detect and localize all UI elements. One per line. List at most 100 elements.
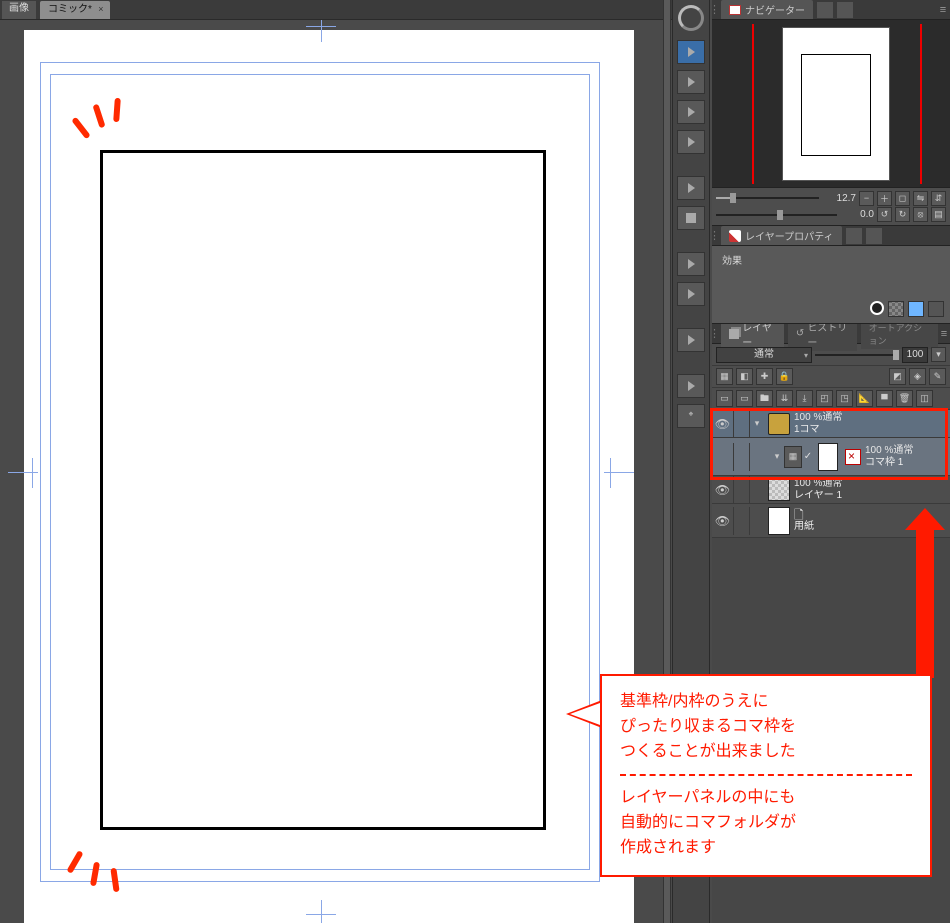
- layer-opacity-label: 100 %通常: [794, 478, 842, 490]
- lock-cell[interactable]: [734, 507, 750, 535]
- mask-disabled-icon[interactable]: [845, 449, 861, 465]
- layer-property-tab[interactable]: レイヤープロパティ: [721, 226, 842, 245]
- apply-mask-button[interactable]: ◳: [836, 390, 853, 407]
- folder-icon: [688, 137, 695, 147]
- transfer-down-button[interactable]: ⇊: [776, 390, 793, 407]
- ruler-button[interactable]: 📐: [856, 390, 873, 407]
- dock-btn-grid[interactable]: [677, 206, 705, 230]
- merge-down-button[interactable]: ⤓: [796, 390, 813, 407]
- dock-btn-4[interactable]: [677, 130, 705, 154]
- dock-btn-3[interactable]: [677, 100, 705, 124]
- opacity-value[interactable]: 100: [902, 347, 928, 363]
- layer-ops-row: ▭ ▭ 🖿 ⇊ ⤓ ◰ ◳ 📐 ▀ 🗑 ◫: [712, 388, 950, 410]
- new-folder-button[interactable]: 🖿: [756, 390, 773, 407]
- opacity-spinner[interactable]: ▾: [931, 347, 946, 362]
- panel-grip-icon[interactable]: ⋮: [712, 327, 717, 340]
- expand-toggle[interactable]: ▾: [770, 451, 784, 462]
- layers-icon: [729, 329, 739, 339]
- dock-btn-10[interactable]: [677, 374, 705, 398]
- callout-line: ぴったり収まるコマ枠を: [620, 715, 912, 740]
- document-tab-title: コミック*: [48, 4, 92, 15]
- dock-btn-9[interactable]: [677, 328, 705, 352]
- crop-mark: [8, 472, 38, 473]
- visibility-toggle[interactable]: [712, 443, 734, 471]
- panel-extra-tab-2[interactable]: [837, 2, 853, 18]
- expand-toggle[interactable]: ▾: [750, 418, 764, 429]
- close-tab-icon[interactable]: ×: [96, 4, 106, 14]
- dock-btn-figure[interactable]: 𝄌: [677, 404, 705, 428]
- rotate-cw-button[interactable]: ↻: [895, 207, 910, 222]
- grid-icon: [686, 213, 696, 223]
- rotate-value: 0.0: [844, 209, 874, 220]
- enable-mask-check[interactable]: ✓: [802, 451, 814, 462]
- lock-all-button[interactable]: 🔒: [776, 368, 793, 385]
- border-effect-button[interactable]: [870, 301, 884, 315]
- viewport-edge-left: [752, 24, 754, 184]
- rotate-reset-button[interactable]: ⦻: [913, 207, 928, 222]
- new-vector-layer-button[interactable]: ▭: [736, 390, 753, 407]
- rotate-slider[interactable]: [716, 211, 837, 219]
- dock-btn-subview[interactable]: [677, 40, 705, 64]
- panel-extra-tab-4[interactable]: [866, 228, 882, 244]
- document-tab-bar: 画像 コミック* × ▸: [0, 0, 695, 20]
- delete-layer-button[interactable]: 🗑: [896, 390, 913, 407]
- navigator-tab[interactable]: ナビゲーター: [721, 0, 813, 19]
- visibility-toggle[interactable]: 👁: [712, 410, 734, 438]
- two-pane-button[interactable]: ◫: [916, 390, 933, 407]
- canvas-area[interactable]: [0, 20, 663, 923]
- clip-mask-button[interactable]: ◩: [889, 368, 906, 385]
- opacity-slider[interactable]: [815, 351, 899, 359]
- reference-layer-button[interactable]: ◈: [909, 368, 926, 385]
- panel-menu-icon[interactable]: ≡: [936, 4, 950, 16]
- dock-btn-5[interactable]: [677, 176, 705, 200]
- tone-effect-button[interactable]: [888, 301, 904, 317]
- flip-h-button[interactable]: ⇋: [913, 191, 928, 206]
- dock-btn-7[interactable]: [677, 252, 705, 276]
- lock-cell[interactable]: [734, 410, 750, 438]
- paper-icon: 🗋: [794, 509, 814, 521]
- create-mask-button[interactable]: ◰: [816, 390, 833, 407]
- panel-grip-icon[interactable]: ⋮: [712, 229, 717, 242]
- panel-extra-tab-1[interactable]: [817, 2, 833, 18]
- layer-row-frame-folder[interactable]: 👁 ▾ 100 %通常 1コマ: [712, 410, 950, 438]
- quick-access-ring[interactable]: [673, 2, 709, 34]
- dock-btn-8[interactable]: [677, 282, 705, 306]
- layer-opacity-label: 100 %通常: [794, 412, 842, 424]
- layer-color-effect-button[interactable]: [908, 301, 924, 317]
- visibility-toggle[interactable]: 👁: [712, 476, 734, 504]
- callout-line: レイヤーパネルの中にも: [620, 786, 912, 811]
- lock-cell[interactable]: [734, 476, 750, 504]
- panel-menu-icon[interactable]: ≡: [938, 328, 950, 340]
- folder-icon: [688, 289, 695, 299]
- zoom-slider[interactable]: [716, 194, 819, 202]
- layer-row-layer1[interactable]: 👁 100 %通常 レイヤー 1: [712, 476, 950, 504]
- extra-effect-button[interactable]: [928, 301, 944, 317]
- visibility-toggle[interactable]: 👁: [712, 507, 734, 535]
- rotate-extra-button[interactable]: ▤: [931, 207, 946, 222]
- navigator-thumbnail[interactable]: [756, 24, 916, 184]
- lock-transparent-button[interactable]: ▦: [716, 368, 733, 385]
- layer-row-frame[interactable]: ▾ ▦ ✓ 100 %通常 コマ枠 1: [712, 438, 950, 476]
- lock-pixels-button[interactable]: ◧: [736, 368, 753, 385]
- layer-name: 用紙: [794, 521, 814, 533]
- panel-extra-tab-3[interactable]: [846, 228, 862, 244]
- flip-v-button[interactable]: ⇵: [931, 191, 946, 206]
- zoom-out-button[interactable]: −: [859, 191, 874, 206]
- zoom-fit-button[interactable]: ◻: [895, 191, 910, 206]
- new-raster-layer-button[interactable]: ▭: [716, 390, 733, 407]
- navigator-tab-label: ナビゲーター: [745, 2, 805, 17]
- folder-icon: [688, 381, 695, 391]
- blend-mode-select[interactable]: 通常: [716, 347, 812, 363]
- layer-color-button[interactable]: ▀: [876, 390, 893, 407]
- rotate-ccw-button[interactable]: ↺: [877, 207, 892, 222]
- document-tab[interactable]: コミック* ×: [40, 1, 110, 19]
- image-menu-button[interactable]: 画像: [2, 1, 36, 19]
- lock-position-button[interactable]: ✚: [756, 368, 773, 385]
- zoom-in-button[interactable]: ＋: [877, 191, 892, 206]
- navigator-tab-bar: ⋮ ナビゲーター ≡: [712, 0, 950, 20]
- lock-cell[interactable]: [734, 443, 750, 471]
- draft-layer-button[interactable]: ✎: [929, 368, 946, 385]
- effect-label: 効果: [722, 252, 742, 267]
- panel-grip-icon[interactable]: ⋮: [712, 3, 717, 16]
- dock-btn-2[interactable]: [677, 70, 705, 94]
